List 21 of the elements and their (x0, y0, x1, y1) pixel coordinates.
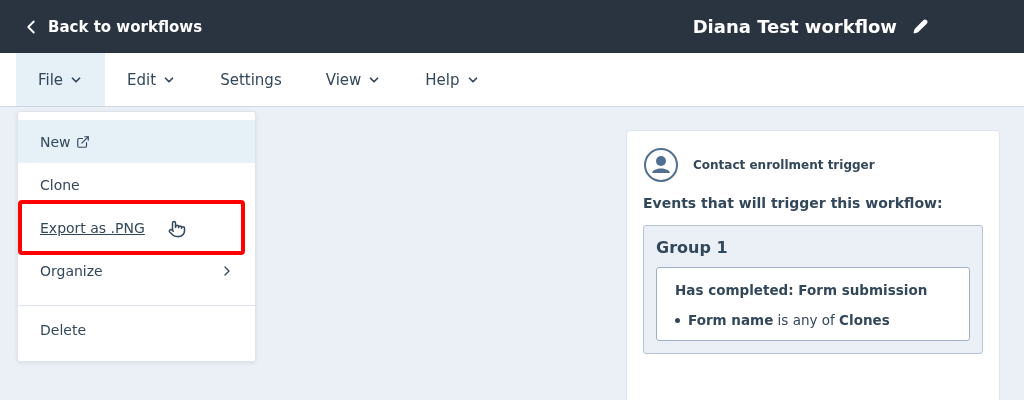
hand-cursor-icon (168, 220, 186, 238)
menu-item[interactable]: Organize (18, 249, 255, 292)
workflow-title: Diana Test workflow (692, 16, 897, 37)
trigger-heading: Events that will trigger this workflow: (643, 195, 944, 211)
external-link-icon (75, 134, 90, 149)
menu-item[interactable]: New (18, 120, 255, 163)
bullet-icon (675, 317, 680, 323)
trigger-type: Contact enrollment trigger (693, 158, 875, 172)
menu-item[interactable]: Clone (18, 163, 255, 206)
pencil-icon[interactable] (913, 19, 928, 34)
menu-tab[interactable]: Settings (198, 53, 304, 106)
menu-tab[interactable]: File (16, 53, 106, 106)
menu-item[interactable]: Delete (18, 305, 255, 353)
menu-tab[interactable]: Edit (105, 53, 199, 106)
menu-tab[interactable]: View (303, 53, 404, 106)
group-title: Group 1 (656, 238, 729, 257)
contact-icon (643, 147, 679, 183)
back-link[interactable]: Back to workflows (20, 15, 203, 38)
menu-tab[interactable]: Help (403, 53, 502, 106)
condition-title: Has completed: Form submission (675, 282, 929, 298)
filter-text: Form name is any of Clones (688, 312, 890, 328)
